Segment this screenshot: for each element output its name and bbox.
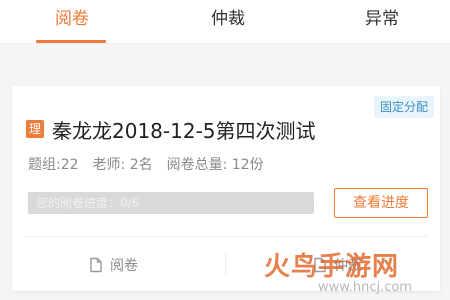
- watermark-text: 火鸟手游网: [264, 252, 400, 282]
- action-separator: [225, 252, 226, 276]
- assignment-badge: 固定分配: [373, 96, 434, 118]
- review-action-button[interactable]: 阅卷: [88, 254, 138, 276]
- card-title-row: 理 秦龙龙2018-12-5第四次测试: [26, 116, 316, 143]
- document-icon: [90, 257, 102, 273]
- view-progress-button[interactable]: 查看进度: [334, 188, 428, 218]
- active-tab-indicator: [36, 40, 106, 43]
- exam-meta: 题组:22 老师: 2名 阅卷总量: 12份: [28, 154, 264, 173]
- meta-group: 题组:22: [28, 157, 79, 173]
- app: 阅卷 仲裁 异常 固定分配 理 秦龙龙2018-12-5第四次测试 题组:22 …: [0, 0, 450, 300]
- card-divider: [24, 236, 428, 237]
- tab-review[interactable]: 阅卷: [40, 8, 104, 30]
- progress-bar: 您的阅卷进度：0/6: [28, 192, 314, 214]
- subject-icon: 理: [26, 120, 44, 138]
- watermark-url: www.hncj.com: [318, 280, 412, 295]
- watermark-logo: 火鸟手游网 www.hncj.com: [264, 246, 450, 300]
- review-action-label: 阅卷: [110, 258, 138, 274]
- meta-total: 阅卷总量: 12份: [166, 157, 264, 173]
- exam-title: 秦龙龙2018-12-5第四次测试: [52, 118, 316, 143]
- meta-teachers: 老师: 2名: [92, 157, 153, 173]
- tab-bar: 阅卷 仲裁 异常: [0, 0, 450, 44]
- progress-text: 您的阅卷进度：0/6: [36, 196, 140, 210]
- tab-arbitration[interactable]: 仲裁: [196, 8, 260, 30]
- tab-exception[interactable]: 异常: [350, 8, 414, 30]
